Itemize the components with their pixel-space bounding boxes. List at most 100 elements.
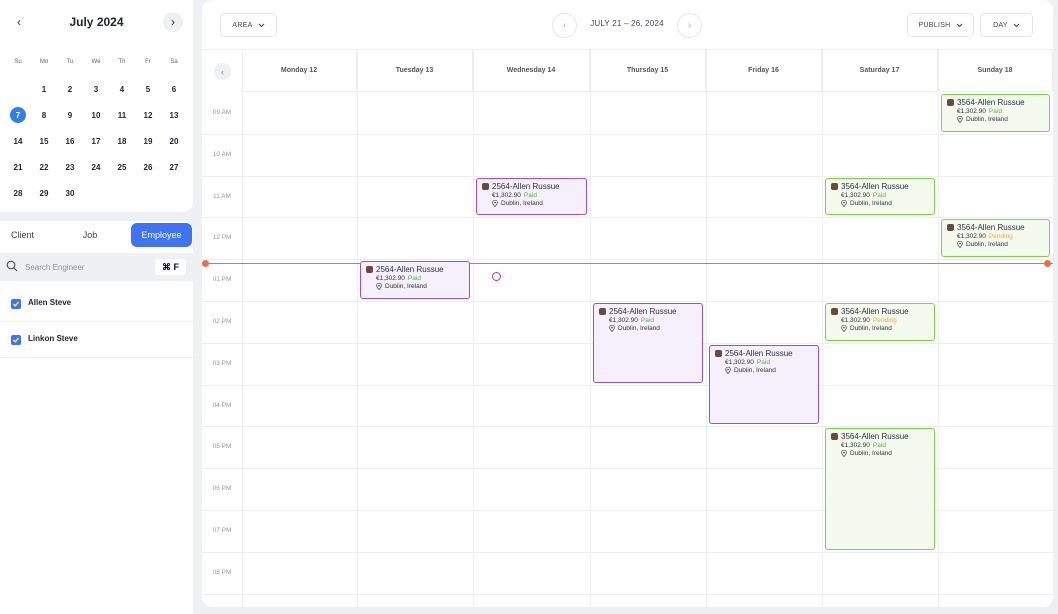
day-column-header: Saturday 17: [822, 50, 938, 92]
scroll-back-button[interactable]: ‹: [214, 63, 231, 80]
filter-panel: Client Job Employee ⌘ F Allen Steve Link…: [0, 221, 193, 614]
calendar-day[interactable]: 21: [5, 154, 31, 180]
event-title: 3564-Allen Russue: [841, 307, 909, 316]
calendar-day[interactable]: 9: [57, 102, 83, 128]
calendar-day[interactable]: 24: [83, 154, 109, 180]
job-event-card[interactable]: 2564-Allen Russue €1,302.90 Paid Dublin, Ir…: [360, 261, 470, 299]
calendar-day[interactable]: 6: [161, 76, 187, 102]
area-dropdown[interactable]: AREA: [220, 13, 277, 37]
area-label: AREA: [232, 21, 253, 29]
calendar-day[interactable]: 4: [109, 76, 135, 102]
location-pin-icon: [376, 283, 382, 291]
status-badge: Paid: [407, 275, 421, 283]
day-column-header: Friday 16: [706, 50, 822, 92]
calendar-day[interactable]: 5: [135, 76, 161, 102]
event-title: 2564-Allen Russue: [609, 307, 677, 316]
calendar-day[interactable]: 26: [135, 154, 161, 180]
engineer-item[interactable]: Allen Steve: [0, 286, 193, 322]
calendar-empty-cell: [83, 180, 109, 206]
filter-tabs: Client Job Employee: [0, 223, 193, 247]
weekday-label: We: [91, 59, 101, 65]
engineer-search: ⌘ F: [0, 253, 193, 281]
tab-job[interactable]: Job: [66, 223, 114, 247]
tab-employee[interactable]: Employee: [131, 223, 192, 247]
publish-button[interactable]: PUBLISH: [907, 13, 974, 37]
calendar-day[interactable]: 30: [57, 180, 83, 206]
event-location: Dublin, Ireland: [492, 199, 586, 207]
avatar: [947, 224, 954, 232]
check-icon: [13, 301, 19, 307]
job-event-card[interactable]: 3564-Allen Russue €1,302.90 Paid Dublin, Ir…: [941, 94, 1050, 132]
calendar-day[interactable]: 14: [5, 128, 31, 154]
checkbox-checked[interactable]: [11, 335, 21, 345]
calendar-day[interactable]: 23: [57, 154, 83, 180]
job-event-card[interactable]: 2564-Allen Russue €1,302.90 Paid Dublin, Ir…: [709, 344, 819, 425]
check-icon: [13, 337, 19, 343]
engineer-name: Linkon Steve: [28, 334, 78, 343]
event-location: Dublin, Ireland: [725, 366, 818, 374]
event-amount: €1,302.90: [841, 442, 870, 450]
calendar-empty-cell: [5, 76, 31, 102]
event-payment: €1,302.90 Paid: [841, 442, 934, 449]
calendar-day[interactable]: 2: [57, 76, 83, 102]
weekday-label: Th: [118, 59, 126, 65]
calendar-day[interactable]: 29: [31, 180, 57, 206]
hour-divider: [202, 259, 1053, 261]
calendar-day[interactable]: 25: [109, 154, 135, 180]
day-number: 5: [145, 84, 151, 94]
calendar-day[interactable]: 15: [31, 128, 57, 154]
checkbox-checked[interactable]: [11, 299, 21, 309]
day-number: 21: [13, 162, 23, 172]
location-text: Dublin, Ireland: [850, 450, 892, 458]
event-title-row: 3564-Allen Russue: [831, 182, 934, 191]
tab-client[interactable]: Client: [0, 223, 45, 247]
calendar-day[interactable]: 3: [83, 76, 109, 102]
next-month-button[interactable]: ›: [163, 12, 183, 32]
calendar-day[interactable]: 16: [57, 128, 83, 154]
calendar-day[interactable]: 7: [5, 102, 31, 128]
view-dropdown[interactable]: DAY: [980, 13, 1033, 37]
calendar-day[interactable]: 17: [83, 128, 109, 154]
location-pin-icon: [841, 199, 847, 207]
calendar-day[interactable]: 12: [135, 102, 161, 128]
calendar-day[interactable]: 20: [161, 128, 187, 154]
event-payment: €1,302.90 Paid: [725, 359, 818, 366]
calendar-day[interactable]: 19: [135, 128, 161, 154]
mini-calendar-header: ‹ July 2024 ›: [0, 10, 193, 34]
calendar-day[interactable]: 8: [31, 102, 57, 128]
job-event-card[interactable]: 3564-Allen Russue €1,302.90 Pending Dublin,…: [825, 303, 935, 341]
day-number: 9: [67, 110, 73, 120]
calendar-day[interactable]: 11: [109, 102, 135, 128]
mini-calendar-grid: Su Mo Tu We Th Fr Sa 1 2 3 4 5 6 7 8 9 10 11 12 13 14 15 16 17 1…: [5, 52, 187, 206]
calendar-day[interactable]: 10: [83, 102, 109, 128]
engineer-item[interactable]: Linkon Steve: [0, 322, 193, 358]
job-event-card[interactable]: 3564-Allen Russue €1,302.90 Paid Dublin, Ir…: [825, 428, 935, 550]
weekday-label: Su: [14, 59, 22, 65]
status-badge: Paid: [988, 108, 1002, 115]
calendar-day[interactable]: 13: [161, 102, 187, 128]
day-number: 22: [39, 162, 49, 172]
calendar-day[interactable]: 22: [31, 154, 57, 180]
avatar: [482, 182, 489, 190]
calendar-day[interactable]: 27: [161, 154, 187, 180]
calendar-day[interactable]: 1: [31, 76, 57, 102]
prev-week-button[interactable]: ‹: [552, 13, 577, 38]
event-title: 2564-Allen Russue: [725, 348, 793, 358]
day-column-header: Sunday 18: [938, 50, 1053, 92]
hour-divider: [202, 593, 1053, 595]
event-location: Dublin, Ireland: [957, 116, 1049, 123]
search-input[interactable]: [25, 259, 145, 275]
next-week-button[interactable]: ›: [677, 13, 702, 38]
job-event-card[interactable]: 3564-Allen Russue €1,302.90 Paid Dublin, Ir…: [825, 177, 935, 216]
calendar-day[interactable]: 28: [5, 180, 31, 206]
calendar-day[interactable]: 18: [109, 128, 135, 154]
job-event-card[interactable]: 3564-Allen Russue €1,302.90 Pending Dublin,…: [941, 219, 1050, 258]
job-event-card[interactable]: 2564-Allen Russue €1,302.90 Paid Dublin, Ir…: [476, 177, 587, 216]
event-payment: €1,302.90 Paid: [376, 275, 469, 282]
chevron-right-icon: ›: [171, 15, 175, 29]
status-badge: Paid: [872, 191, 886, 199]
event-amount: €1,302.90: [957, 108, 986, 115]
location-pin-icon: [957, 116, 963, 123]
day-column-header: Monday 12: [242, 50, 357, 92]
job-event-card[interactable]: 2564-Allen Russue €1,302.90 Paid Dublin, Ir…: [593, 303, 703, 383]
